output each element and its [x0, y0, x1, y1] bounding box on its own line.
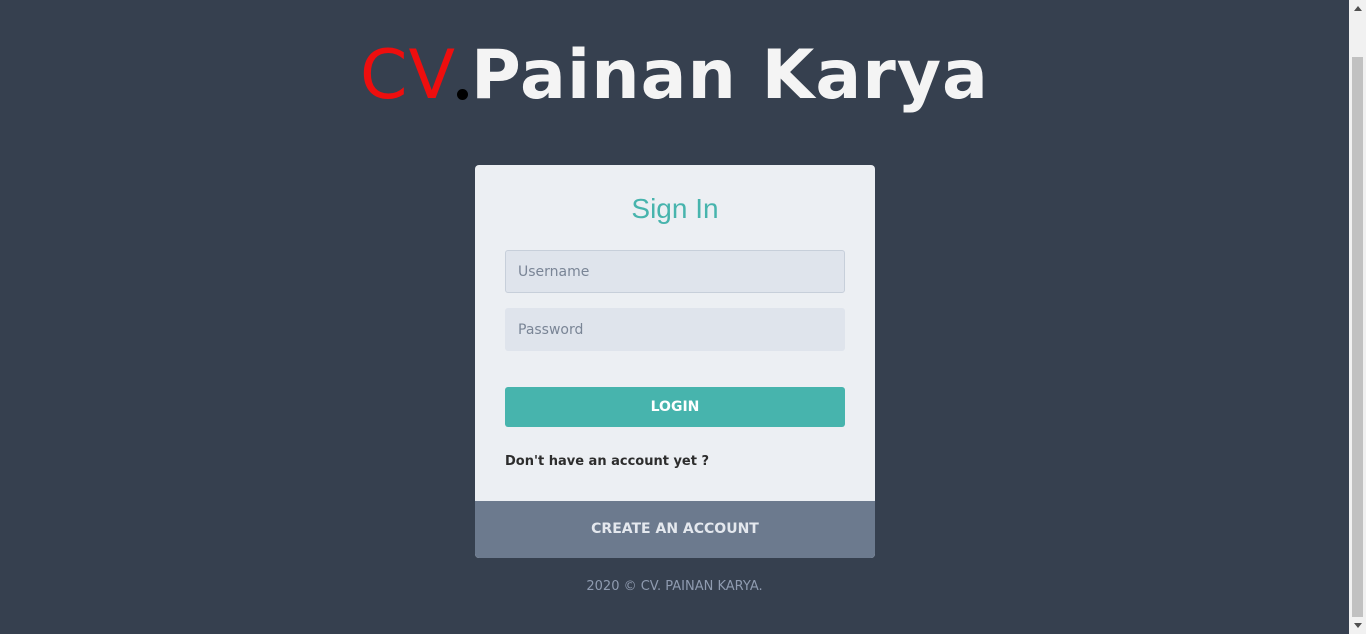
logo-name: Painan Karya — [471, 36, 989, 115]
logo-dot — [457, 89, 469, 100]
signin-card: Sign In LOGIN Don't have an account yet … — [475, 165, 875, 558]
scrollbar-thumb[interactable] — [1352, 57, 1363, 617]
signin-title: Sign In — [631, 193, 719, 224]
company-logo: CV Painan Karya — [0, 32, 1349, 120]
username-input[interactable] — [505, 250, 845, 293]
scroll-up-icon[interactable] — [1349, 0, 1366, 17]
login-button[interactable]: LOGIN — [505, 387, 845, 427]
no-account-text: Don't have an account yet ? — [505, 454, 710, 469]
login-page: CVPainan Karya Sign In LOGIN Don't have … — [0, 0, 1349, 634]
scroll-down-icon[interactable] — [1349, 617, 1366, 634]
create-account-button[interactable]: CREATE AN ACCOUNT — [475, 501, 875, 558]
logo-prefix: CV — [360, 36, 457, 115]
vertical-scrollbar[interactable] — [1349, 0, 1366, 634]
password-input[interactable] — [505, 308, 845, 351]
footer-copyright: 2020 © CV. PAINAN KARYA. — [586, 579, 763, 594]
